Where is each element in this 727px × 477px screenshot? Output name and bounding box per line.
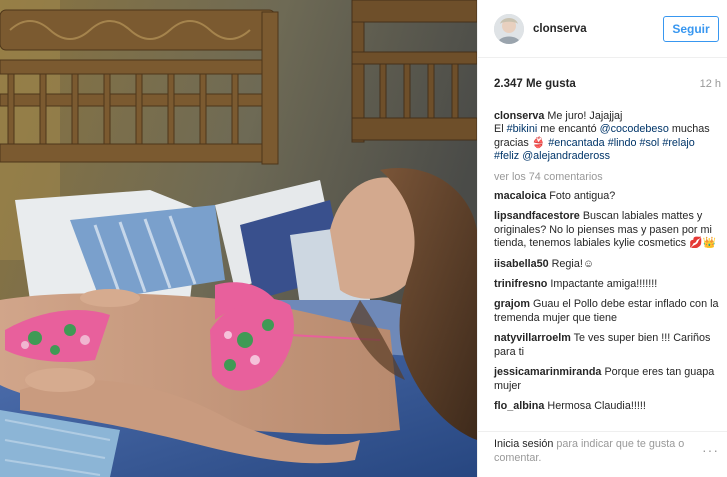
comment-item: jessicamarinmiranda Porque eres tan guap… bbox=[494, 366, 719, 393]
hashtag-link[interactable]: #relajo bbox=[662, 137, 694, 149]
hashtag-link[interactable]: #bikini bbox=[507, 123, 538, 135]
hashtag-link[interactable]: #encantada bbox=[548, 137, 604, 149]
comment-text: Regia!☺ bbox=[551, 257, 594, 270]
comment-user[interactable]: macaloica bbox=[494, 190, 546, 202]
hashtag-link[interactable]: #lindo bbox=[608, 137, 637, 149]
post-photo[interactable] bbox=[0, 0, 477, 477]
caption-user[interactable]: clonserva bbox=[494, 110, 544, 122]
comment-user[interactable]: grajom bbox=[494, 298, 530, 310]
comment-user[interactable]: flo_albina bbox=[494, 400, 544, 412]
comment-user[interactable]: trinifresno bbox=[494, 278, 547, 290]
login-link[interactable]: Inicia sesión bbox=[494, 438, 553, 450]
mention-link[interactable]: @cocodebeso bbox=[600, 123, 669, 135]
comment-text: Foto antigua? bbox=[549, 190, 616, 203]
username[interactable]: clonserva bbox=[533, 23, 663, 35]
post-modal: clonserva Seguir 2.347 Me gusta 12 h clo… bbox=[0, 0, 727, 477]
hashtag-link[interactable]: #sol bbox=[640, 137, 660, 149]
caption-text: El bbox=[494, 123, 507, 136]
comment-user[interactable]: jessicamarinmiranda bbox=[494, 366, 601, 378]
post-header: clonserva Seguir bbox=[478, 0, 727, 58]
post-footer: Inicia sesión para indicar que te gusta … bbox=[478, 431, 727, 477]
login-prompt: Inicia sesión para indicar que te gusta … bbox=[494, 438, 704, 477]
comment-item: flo_albina Hermosa Claudia!!!!! bbox=[494, 400, 719, 413]
mention-link[interactable]: @alejandradeross bbox=[522, 150, 610, 162]
likes-row: 2.347 Me gusta 12 h bbox=[478, 58, 727, 110]
comment-item: trinifresno Impactante amiga!!!!!!! bbox=[494, 278, 719, 291]
follow-button[interactable]: Seguir bbox=[663, 15, 719, 42]
comment-user[interactable]: iisabella50 bbox=[494, 258, 549, 270]
caption-text: me encantó bbox=[537, 123, 600, 136]
comment-user[interactable]: natyvillarroelm bbox=[494, 332, 571, 344]
comment-item: lipsandfacestore Buscan labiales mattes … bbox=[494, 210, 719, 250]
comment-text: Hermosa Claudia!!!!! bbox=[547, 399, 646, 412]
post-time[interactable]: 12 h bbox=[700, 78, 721, 90]
comment-user[interactable]: lipsandfacestore bbox=[494, 210, 580, 222]
comment-item: macaloica Foto antigua? bbox=[494, 190, 719, 203]
avatar[interactable] bbox=[494, 13, 524, 44]
more-options-icon[interactable]: ··· bbox=[702, 442, 719, 458]
view-all-comments-link[interactable]: ver los 74 comentarios bbox=[494, 171, 719, 184]
comment-item: iisabella50 Regia!☺ bbox=[494, 258, 719, 271]
comment-text: Impactante amiga!!!!!!! bbox=[550, 278, 658, 291]
likes-count[interactable]: 2.347 Me gusta bbox=[494, 78, 576, 90]
comment-item: natyvillarroelm Te ves super bien !!! Ca… bbox=[494, 332, 719, 359]
caption-text: Me juro! Jajajjaj bbox=[547, 110, 623, 122]
comments-section: clonserva Me juro! Jajajjaj El #bikini m… bbox=[478, 110, 727, 431]
hashtag-link[interactable]: #feliz bbox=[494, 150, 519, 162]
caption: clonserva Me juro! Jajajjaj El #bikini m… bbox=[494, 110, 719, 164]
comment-item: grajom Guau el Pollo debe estar inflado … bbox=[494, 298, 719, 325]
post-side-panel: clonserva Seguir 2.347 Me gusta 12 h clo… bbox=[477, 0, 727, 477]
